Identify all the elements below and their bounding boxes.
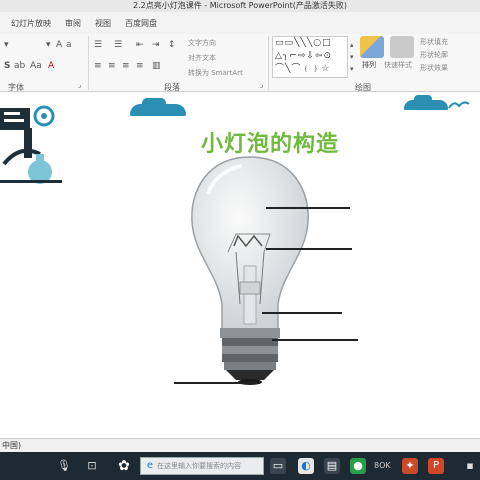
line-spacing-icon[interactable]: ↕ [168,40,176,50]
font-dialog-launcher-icon[interactable]: ⌟ [78,80,81,90]
ribbon-separator [268,36,269,90]
decrease-indent-icon[interactable]: ⇤ [136,40,144,50]
science-illustration [0,105,62,184]
window-title: 2.2点亮小灯泡课件 - Microsoft PowerPoint(产品激活失败… [0,0,480,12]
system-tray-icon[interactable]: ▪ [462,458,478,474]
task-view-icon[interactable]: ⊡ [84,458,100,474]
tab-view[interactable]: 视图 [88,18,118,29]
taskbar: 🎙 ⊡ ✿ 在这里输入你要搜索的内容 e ▭ ◐ ▤ ● 8OK ✦ P ▪ [0,452,480,480]
ribbon-separator [88,36,89,90]
grow-font-icon[interactable]: A [56,40,62,50]
powerpoint-icon[interactable]: P [428,458,444,474]
bird-icon [448,101,470,109]
numbering-icon[interactable]: ☰ [114,40,122,50]
app-launcher-icon[interactable]: ✿ [116,458,132,474]
callout-line-glass-bulb [266,207,350,209]
quick-styles-button[interactable]: 快速样式 [384,60,412,70]
convert-smartart-button[interactable]: 转换为 SmartArt [188,68,243,78]
files-icon[interactable]: ▭ [270,458,286,474]
shapes-scroll-down-icon[interactable]: ▾ [350,52,354,62]
change-case-icon[interactable]: Aa [30,61,42,71]
edge-icon: e [146,460,154,471]
tab-slideshow[interactable]: 幻灯片放映 [4,18,58,29]
columns-icon[interactable]: ▥ [152,61,161,71]
bullets-icon[interactable]: ☰ [94,40,102,50]
taskbar-search-box[interactable]: 在这里输入你要搜索的内容 [140,457,264,475]
callout-line-filament [266,248,352,250]
tab-baidu-netdisk[interactable]: 百度网盘 [118,18,164,29]
cloud-decoration [414,95,432,103]
font-color-icon[interactable]: A [48,61,54,71]
light-bulb-illustration [191,156,309,385]
shrink-font-icon[interactable]: a [66,40,72,50]
tab-review[interactable]: 审阅 [58,18,88,29]
text-direction-button[interactable]: 文字方向 [188,38,216,48]
align-center-icon[interactable]: ≡ [108,61,116,71]
app-grid-icon[interactable]: ✦ [402,458,418,474]
align-left-icon[interactable]: ≡ [94,61,102,71]
quick-styles-icon[interactable] [390,36,414,58]
shapes-gallery[interactable]: ▭▭╲╲╲○□ △╮⌐⇨⇩⇦⊙ ⌒╲⌒﹛﹜☆ [272,36,348,78]
callout-line-metal-stand [262,312,342,314]
arrange-button[interactable]: 排列 [362,60,376,70]
char-spacing-icon[interactable]: ab [14,61,25,71]
shape-fill-button[interactable]: 形状填充 [420,37,448,47]
callout-line-contact-point [174,382,260,384]
justify-icon[interactable]: ≡ [136,61,144,71]
ribbon: ▾ ▾ A a S ab Aa A 字体 ⌟ ☰ ☰ ⇤ ⇥ ↕ ≡ ≡ ≡ ≡… [0,34,480,92]
arrange-icon[interactable] [360,36,384,58]
search-placeholder: 在这里输入你要搜索的内容 [157,462,241,470]
font-name-dropdown-icon[interactable]: ▾ [4,40,9,50]
callout-line-metal-base [272,339,358,341]
slide-title[interactable]: 小灯泡的构造 [201,126,339,158]
align-text-button[interactable]: 对齐文本 [188,53,216,63]
explorer-icon[interactable]: ▤ [324,458,340,474]
wechat-icon[interactable]: ● [350,458,366,474]
paragraph-dialog-launcher-icon[interactable]: ⌟ [260,80,263,90]
shapes-scroll-up-icon[interactable]: ▴ [350,40,354,50]
edge-browser-icon[interactable]: ◐ [298,458,314,474]
font-size-dropdown-icon[interactable]: ▾ [46,40,51,50]
language-indicator[interactable]: 中国) [2,441,21,450]
shapes-more-icon[interactable]: ▾ [350,64,354,74]
status-bar: 中国) [0,438,480,452]
microphone-icon[interactable]: 🎙 [56,458,72,474]
shape-effects-button[interactable]: 形状效果 [420,63,448,73]
cloud-decoration [142,98,166,108]
shape-outline-button[interactable]: 形状轮廓 [420,50,448,60]
ok-app-icon[interactable]: 8OK [374,458,391,474]
align-right-icon[interactable]: ≡ [122,61,130,71]
strikethrough-icon[interactable]: S [4,61,10,71]
ribbon-tabs: 幻灯片放映 审阅 视图 百度网盘 [0,12,480,34]
increase-indent-icon[interactable]: ⇥ [152,40,160,50]
